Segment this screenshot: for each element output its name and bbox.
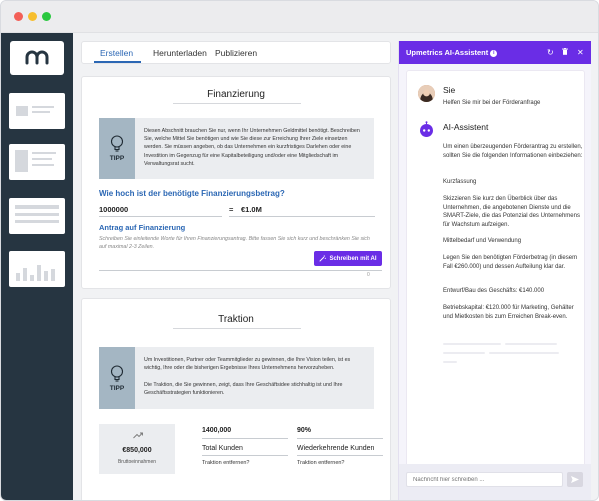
financing-title-divider	[173, 103, 301, 104]
app-window: Erstellen Herunterladen Publizieren Fina…	[0, 0, 599, 501]
ai-paragraph-funds: Legen Sie den benötigten Förderbetrag (i…	[443, 255, 578, 270]
funding-request-label: Antrag auf Finanzierung	[99, 223, 186, 232]
window-titlebar	[1, 1, 598, 33]
lightbulb-icon	[110, 135, 124, 152]
right-scroll-gutter	[591, 41, 598, 500]
minimize-window-dot[interactable]	[28, 12, 37, 21]
funding-amount-question: Wie hoch ist der benötigte Finanzierungs…	[99, 189, 285, 198]
loading-line-3	[443, 352, 485, 354]
refresh-icon[interactable]: ↻	[547, 48, 554, 57]
ai-item-construction: Entwurf/Bau des Geschäfts: €140.000	[443, 288, 545, 294]
upmetrics-logo-icon[interactable]	[10, 41, 64, 75]
ai-assistant-avatar-icon	[418, 121, 435, 138]
chat-input-bar	[399, 464, 592, 500]
sidebar-page-thumb-3[interactable]	[9, 198, 65, 234]
user-message: Helfen Sie mir bei der Förderanfrage	[443, 100, 541, 106]
ai-item-working-capital: Betriebskapital: €120.000 für Marketing,…	[443, 305, 574, 320]
funding-request-textarea[interactable]: Schreiben Sie einleitende Worte für Ihre…	[99, 235, 374, 251]
character-counter: 0	[367, 272, 370, 278]
write-with-ai-label: Schreiben mit AI	[329, 255, 377, 262]
ai-heading-funds: Mittelbedarf und Verwendung	[443, 238, 522, 244]
tip-icon-column: TIPP	[99, 118, 135, 179]
user-avatar	[418, 85, 435, 102]
returning-customers-underline	[297, 438, 383, 439]
assistant-header: Upmetrics AI-Assistent i ↻ ✕	[399, 41, 592, 64]
funding-amount-underline	[99, 216, 222, 217]
returning-customers-label-underline	[297, 455, 383, 456]
loading-line-5	[443, 361, 457, 363]
traction-title: Traktion	[218, 314, 254, 325]
ai-assistant-panel: Upmetrics AI-Assistent i ↻ ✕ Sie Helfen …	[398, 41, 592, 500]
tip-icon-column: TIPP	[99, 347, 135, 409]
active-tab-indicator	[94, 61, 141, 63]
funding-amount-input[interactable]: 1000000	[99, 205, 128, 214]
traction-section: Traktion TIPP Um Investitionen, Partner …	[81, 298, 391, 500]
user-sender-name: Sie	[443, 85, 456, 95]
chat-history: Sie Helfen Sie mir bei der Förderanfrage…	[406, 70, 585, 484]
chat-message-input[interactable]	[406, 472, 563, 487]
ai-paragraph-intro: Um einen überzeugenden Förderantrag zu e…	[443, 144, 583, 159]
loading-line-1	[443, 343, 501, 345]
financing-section: Finanzierung TIPP Diesen Abschnitt brauc…	[81, 76, 391, 289]
close-icon[interactable]: ✕	[577, 48, 584, 57]
send-button[interactable]	[567, 472, 583, 487]
gross-revenue-label: Bruttoeinnahmen	[117, 459, 157, 465]
equals-sign: =	[229, 205, 234, 214]
total-customers-label-underline	[202, 455, 288, 456]
tab-herunterladen[interactable]: Herunterladen	[153, 48, 207, 58]
total-customers-underline	[202, 438, 288, 439]
funding-display-underline	[229, 216, 375, 217]
tip-label: TIPP	[109, 384, 125, 392]
sidebar	[1, 33, 73, 500]
returning-customers-value[interactable]: 90%	[297, 427, 311, 434]
close-window-dot[interactable]	[14, 12, 23, 21]
sidebar-page-thumb-1[interactable]	[9, 93, 65, 129]
ai-sender-name: AI-Assistent	[443, 122, 489, 132]
magic-wand-icon	[319, 255, 327, 262]
editor-main: Erstellen Herunterladen Publizieren Fina…	[73, 33, 398, 500]
financing-title: Finanzierung	[207, 89, 265, 100]
funding-amount-display: €1.0M	[241, 205, 262, 214]
loading-line-2	[505, 343, 557, 345]
trend-up-icon	[133, 432, 143, 439]
loading-line-4	[489, 352, 559, 354]
send-icon	[571, 476, 579, 483]
returning-customers-label[interactable]: Wiederkehrende Kunden	[297, 445, 374, 452]
traction-tip-text-2: Die Traktion, die Sie gewinnen, zeigt, d…	[144, 382, 343, 397]
maximize-window-dot[interactable]	[42, 12, 51, 21]
write-with-ai-button[interactable]: Schreiben mit AI	[314, 251, 382, 266]
total-customers-label[interactable]: Total Kunden	[202, 445, 243, 452]
tab-erstellen[interactable]: Erstellen	[100, 48, 133, 58]
financing-tip-text: Diesen Abschnitt brauchen Sie nur, wenn …	[144, 128, 360, 167]
total-customers-value[interactable]: 1400,000	[202, 427, 231, 434]
assistant-title: Upmetrics AI-Assistent i	[406, 48, 498, 57]
gross-revenue-value: €850,000	[122, 447, 152, 454]
sidebar-page-thumb-4[interactable]	[9, 251, 65, 287]
lightbulb-icon	[110, 364, 124, 382]
info-icon[interactable]: i	[490, 50, 498, 57]
ai-paragraph-summary: Skizzieren Sie kurz den Überblick über d…	[443, 196, 580, 228]
remove-traction-link-2[interactable]: Traktion entfernen?	[297, 460, 345, 466]
traction-title-divider	[173, 328, 301, 329]
tip-label: TIPP	[109, 155, 125, 162]
request-underline	[99, 270, 382, 271]
remove-traction-link-1[interactable]: Traktion entfernen?	[202, 460, 250, 466]
gross-revenue-stat[interactable]: €850,000 Bruttoeinnahmen	[99, 424, 175, 474]
financing-tip-box: TIPP Diesen Abschnitt brauchen Sie nur, …	[99, 118, 374, 179]
traction-tip-text-1: Um Investitionen, Partner oder Teammitgl…	[144, 357, 351, 372]
trash-icon[interactable]	[562, 48, 568, 57]
traction-tip-box: TIPP Um Investitionen, Partner oder Team…	[99, 347, 374, 409]
tab-bar: Erstellen Herunterladen Publizieren	[81, 41, 391, 64]
logo-mark-icon	[25, 50, 49, 65]
tab-publizieren[interactable]: Publizieren	[215, 48, 257, 58]
ai-heading-summary: Kurzfassung	[443, 179, 477, 185]
sidebar-page-thumb-2[interactable]	[9, 144, 65, 180]
